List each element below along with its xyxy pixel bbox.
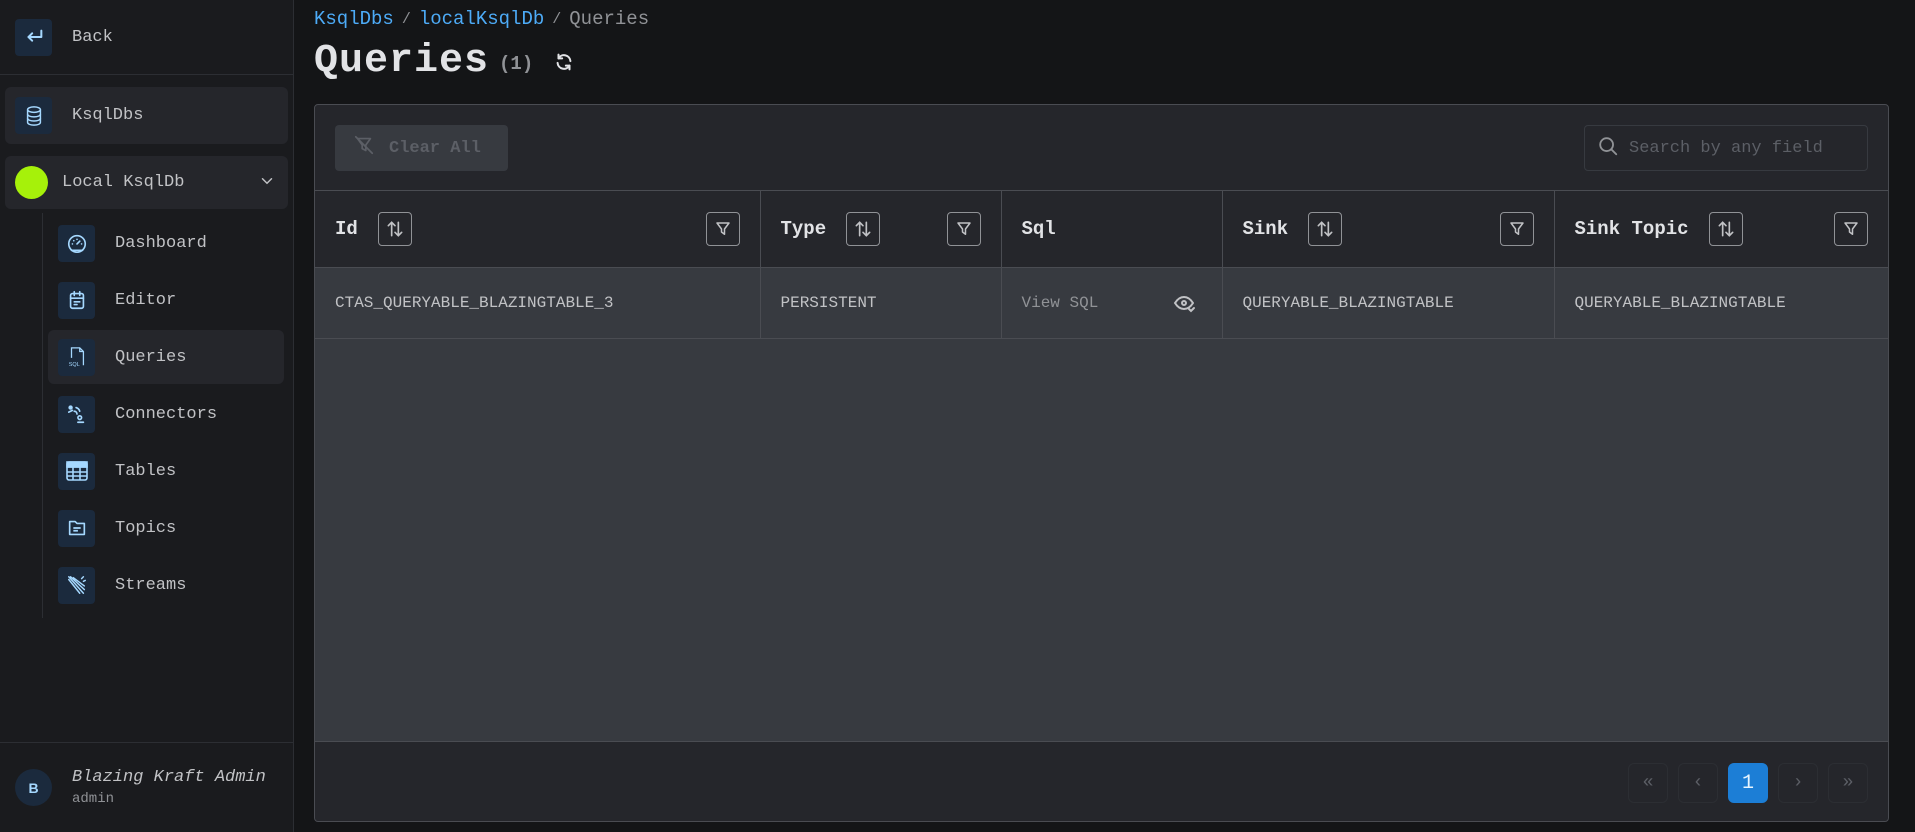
clear-all-button[interactable]: Clear All (335, 125, 508, 171)
filter-icon[interactable] (1499, 212, 1534, 246)
back-arrow-icon (15, 18, 52, 56)
chevron-down-icon (258, 172, 276, 195)
database-icon (15, 97, 52, 134)
filter-icon[interactable] (946, 212, 981, 246)
sidebar-item-label: Topics (115, 518, 177, 538)
breadcrumb-separator: / (552, 10, 562, 28)
user-name: Blazing Kraft Admin (72, 768, 266, 787)
cell-id: CTAS_QUERYABLE_BLAZINGTABLE_3 (315, 267, 761, 339)
cell-sink-topic: QUERYABLE_BLAZINGTABLE (1554, 267, 1888, 339)
back-label: Back (72, 27, 113, 47)
column-label: Sql (1021, 217, 1056, 240)
column-label: Type (780, 217, 827, 240)
editor-calendar-icon (58, 281, 95, 319)
breadcrumb-separator: / (401, 10, 411, 28)
column-header-sql: Sql (1001, 191, 1223, 268)
table-header-row: Id Type Sql Sink Sink Topic (315, 191, 1888, 268)
column-label: Sink (1242, 217, 1289, 240)
sidebar: Back KsqlDbs Local KsqlDb Dashboard Edit… (0, 0, 294, 832)
last-page-button[interactable]: » (1828, 763, 1868, 803)
search-input[interactable] (1629, 138, 1859, 158)
user-info: Blazing Kraft Admin admin (72, 768, 266, 807)
breadcrumb-ksqldbs[interactable]: KsqlDbs (314, 8, 394, 30)
first-page-button[interactable]: « (1628, 763, 1668, 803)
sidebar-item-streams[interactable]: Streams (48, 558, 284, 612)
column-header-id: Id (315, 191, 761, 268)
cell-type: PERSISTENT (760, 267, 1002, 339)
sidebar-item-label: Streams (115, 575, 187, 595)
title-row: Queries (1) (314, 36, 1895, 86)
filter-icon[interactable] (705, 212, 740, 246)
filter-off-icon (353, 134, 375, 162)
sidebar-item-tables[interactable]: Tables (48, 444, 284, 498)
refresh-icon[interactable] (553, 51, 575, 78)
column-header-sink-topic: Sink Topic (1554, 191, 1888, 268)
filter-icon[interactable] (1834, 212, 1868, 246)
sort-icon[interactable] (1708, 211, 1743, 246)
queries-table: Id Type Sql Sink Sink Topic CTAS_QUERYAB… (315, 191, 1888, 339)
previous-page-button[interactable]: ‹ (1678, 763, 1718, 803)
column-label: Sink Topic (1574, 217, 1689, 240)
breadcrumb: KsqlDbs / localKsqlDb / Queries (314, 8, 1895, 30)
eye-icon[interactable] (1172, 291, 1196, 320)
column-header-sink: Sink (1222, 191, 1555, 268)
table-row[interactable]: CTAS_QUERYABLE_BLAZINGTABLE_3 PERSISTENT… (315, 267, 1888, 339)
sidebar-item-label: Editor (115, 290, 177, 310)
sidebar-item-ksqldbs[interactable]: KsqlDbs (5, 87, 288, 144)
connectors-icon (58, 395, 95, 433)
avatar: B (15, 769, 52, 806)
query-count: (1) (499, 53, 534, 75)
back-button[interactable]: Back (0, 0, 293, 75)
sidebar-item-label: Tables (115, 461, 177, 481)
breadcrumb-current: Queries (569, 8, 650, 30)
user-role: admin (72, 791, 115, 807)
view-sql-link[interactable]: View SQL (1022, 294, 1099, 312)
clear-all-label: Clear All (389, 138, 481, 158)
sidebar-item-label: Connectors (115, 404, 218, 424)
user-profile[interactable]: B Blazing Kraft Admin admin (0, 742, 293, 832)
cluster-selector[interactable]: Local KsqlDb (5, 156, 288, 209)
page-title: Queries (314, 38, 490, 84)
search-field[interactable] (1584, 125, 1868, 171)
svg-text:SQL: SQL (68, 362, 79, 368)
page-1-button[interactable]: 1 (1728, 763, 1768, 803)
sidebar-item-topics[interactable]: Topics (48, 501, 284, 555)
cell-sink: QUERYABLE_BLAZINGTABLE (1222, 267, 1555, 339)
pagination: « ‹ 1 › » (1628, 763, 1868, 803)
cluster-subnav: Dashboard Editor SQL Queries Connectors (42, 213, 293, 618)
cluster-name: Local KsqlDb (62, 173, 185, 192)
column-header-type: Type (760, 191, 1002, 268)
main-content: KsqlDbs / localKsqlDb / Queries Queries … (294, 0, 1915, 832)
table-toolbar: Clear All (315, 105, 1888, 191)
sidebar-item-label: Dashboard (115, 233, 207, 253)
folder-icon (58, 509, 95, 547)
cluster-color-dot (15, 166, 48, 199)
sidebar-item-editor[interactable]: Editor (48, 273, 284, 327)
sort-icon[interactable] (846, 211, 881, 246)
table-icon (58, 452, 95, 490)
table-footer: « ‹ 1 › » (315, 741, 1888, 821)
sidebar-item-queries[interactable]: SQL Queries (48, 330, 284, 384)
streams-icon (58, 566, 95, 604)
breadcrumb-localksqldb[interactable]: localKsqlDb (419, 8, 544, 30)
search-icon (1597, 135, 1619, 162)
sort-icon[interactable] (377, 211, 412, 246)
cell-sql: View SQL (1001, 267, 1223, 339)
sort-icon[interactable] (1308, 211, 1343, 246)
sql-file-icon: SQL (58, 338, 95, 376)
queries-table-panel: Clear All Id (314, 104, 1889, 822)
sidebar-item-connectors[interactable]: Connectors (48, 387, 284, 441)
sidebar-item-label: KsqlDbs (72, 106, 144, 125)
sidebar-item-dashboard[interactable]: Dashboard (48, 216, 284, 270)
column-label: Id (335, 217, 358, 240)
sidebar-item-label: Queries (115, 347, 187, 367)
dashboard-gauge-icon (58, 224, 95, 262)
app: Back KsqlDbs Local KsqlDb Dashboard Edit… (0, 0, 1915, 832)
next-page-button[interactable]: › (1778, 763, 1818, 803)
